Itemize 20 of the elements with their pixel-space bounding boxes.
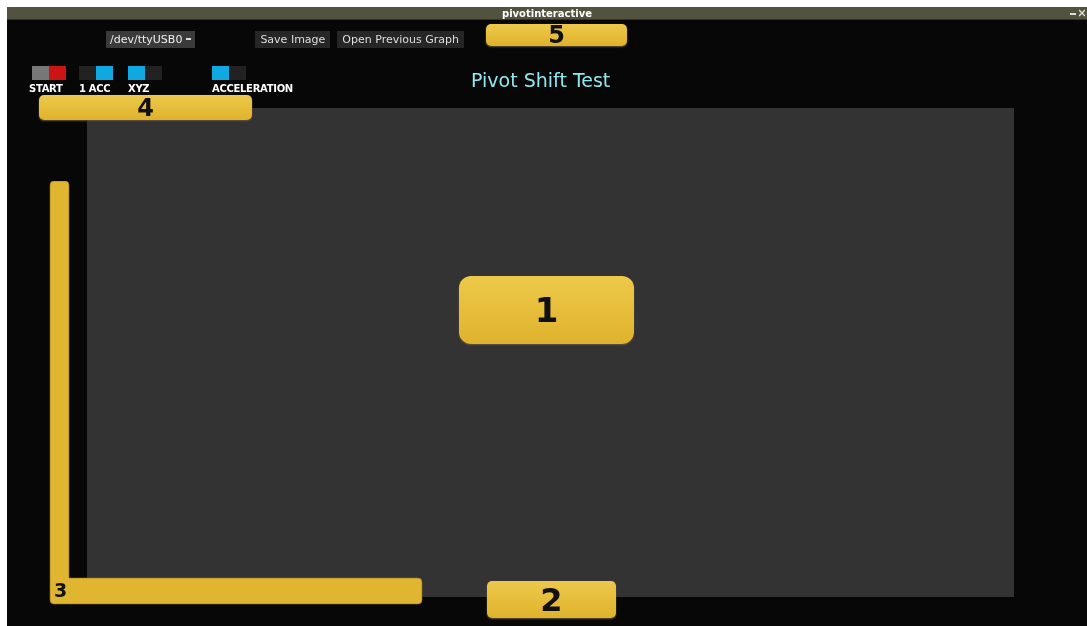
callout-marker: 2 [487, 581, 616, 618]
toggle-label: XYZ [128, 83, 150, 94]
toggle-switch[interactable] [212, 66, 246, 80]
toggle-label: START [29, 83, 63, 94]
close-icon[interactable] [1079, 9, 1085, 17]
toggle-switch[interactable] [32, 66, 66, 80]
toggle-switch[interactable] [128, 66, 162, 80]
toggle-label: ACCELERATION [212, 83, 293, 94]
port-dropdown[interactable]: /dev/ttyUSB0 [106, 30, 196, 48]
toggle-label: 1 ACC [79, 83, 111, 94]
window-title: pivotinteractive [502, 7, 592, 19]
callout-marker: 4 [39, 95, 252, 120]
save-image-button[interactable]: Save Image [255, 30, 331, 48]
graph-title: Pivot Shift Test [471, 69, 611, 91]
callout-marker: 5 [486, 24, 627, 46]
dropdown-arrow-icon [186, 37, 192, 41]
toggle-switch[interactable] [79, 66, 113, 80]
minimize-icon[interactable] [1070, 10, 1076, 16]
open-graph-button[interactable]: Open Previous Graph [337, 30, 464, 48]
callout-marker: 1 [459, 276, 634, 344]
